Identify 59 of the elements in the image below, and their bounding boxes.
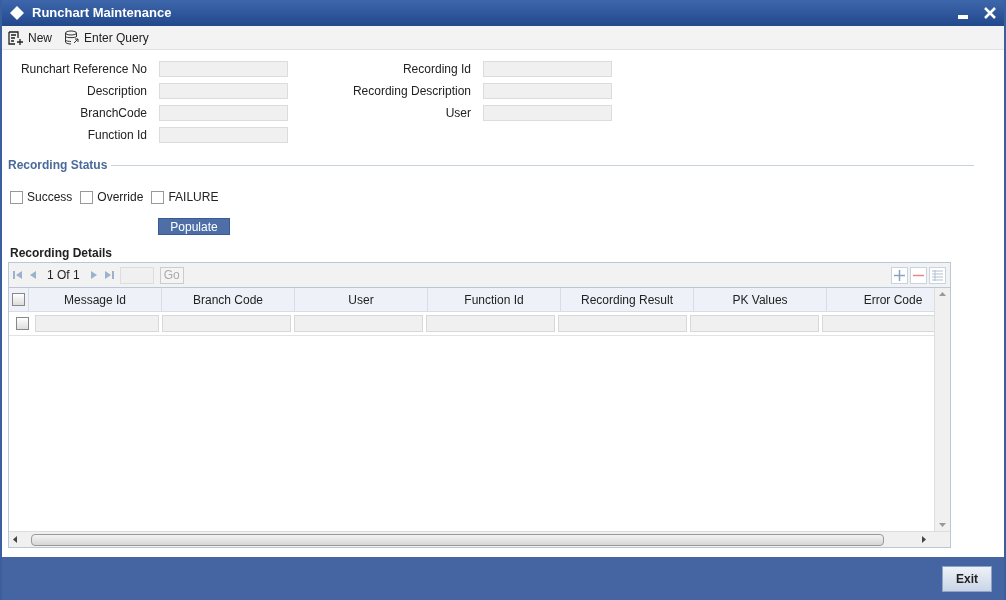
last-page-icon[interactable] (103, 270, 114, 280)
database-icon (64, 30, 80, 45)
horizontal-scrollbar[interactable] (9, 531, 950, 547)
table-cell-field[interactable] (558, 315, 687, 332)
exit-button[interactable]: Exit (942, 565, 992, 592)
status-checkbox[interactable]: Success (10, 188, 73, 206)
column-header: Branch Code (162, 288, 295, 311)
field-label: User (444, 105, 471, 122)
close-icon[interactable] (984, 7, 996, 19)
list-view-icon[interactable] (929, 266, 946, 284)
input-field[interactable] (159, 61, 288, 77)
scroll-left-icon[interactable] (13, 536, 17, 543)
input-field[interactable] (483, 83, 612, 99)
page-indicator: 1 Of 1 (46, 267, 81, 284)
row-checkbox[interactable] (15, 317, 29, 330)
status-checkbox[interactable]: Override (80, 188, 144, 206)
first-page-icon[interactable] (13, 270, 23, 280)
column-header: PK Values (694, 288, 827, 311)
table-cell-field[interactable] (822, 315, 934, 332)
new-document-icon (8, 30, 24, 45)
window-title: Runchart Maintenance (32, 4, 172, 23)
field-label: Runchart Reference No (19, 61, 147, 78)
enter-query-button[interactable]: Enter Query (62, 28, 151, 47)
input-field[interactable] (483, 105, 612, 121)
column-header: User (295, 288, 428, 311)
scroll-right-icon[interactable] (922, 536, 926, 543)
input-field[interactable] (483, 61, 612, 77)
table-cell-field[interactable] (162, 315, 291, 332)
select-all-checkbox[interactable] (12, 293, 25, 306)
column-header: Function Id (428, 288, 561, 311)
diamond-icon (10, 6, 24, 20)
minimize-icon[interactable] (958, 15, 968, 19)
vertical-scrollbar[interactable] (934, 288, 950, 531)
section-title: Recording Details (9, 245, 114, 262)
add-row-icon[interactable] (891, 266, 908, 284)
column-header: Message Id (29, 288, 162, 311)
populate-button[interactable]: Populate (158, 218, 230, 235)
delete-row-icon[interactable] (910, 266, 927, 284)
scroll-up-icon[interactable] (939, 292, 946, 296)
column-header: Recording Result (561, 288, 694, 311)
input-field[interactable] (159, 83, 288, 99)
field-label: Description (85, 83, 147, 100)
previous-page-icon[interactable] (29, 270, 37, 280)
field-label: BranchCode (79, 105, 147, 122)
field-label: Recording Description (351, 83, 471, 100)
field-label: Function Id (86, 127, 147, 144)
table-cell-field[interactable] (426, 315, 555, 332)
section-title: Recording Status (8, 157, 108, 174)
input-field[interactable] (159, 127, 288, 143)
table-cell-field[interactable] (294, 315, 423, 332)
next-page-icon[interactable] (89, 270, 98, 280)
scroll-thumb[interactable] (31, 533, 884, 546)
input-field[interactable] (159, 105, 288, 121)
scroll-down-icon[interactable] (939, 523, 946, 527)
table-cell-field[interactable] (690, 315, 819, 332)
field-label: Recording Id (401, 61, 471, 78)
new-button[interactable]: New (6, 28, 54, 47)
table-cell-field[interactable] (35, 315, 159, 332)
status-checkbox[interactable]: FAILURE (151, 188, 219, 206)
